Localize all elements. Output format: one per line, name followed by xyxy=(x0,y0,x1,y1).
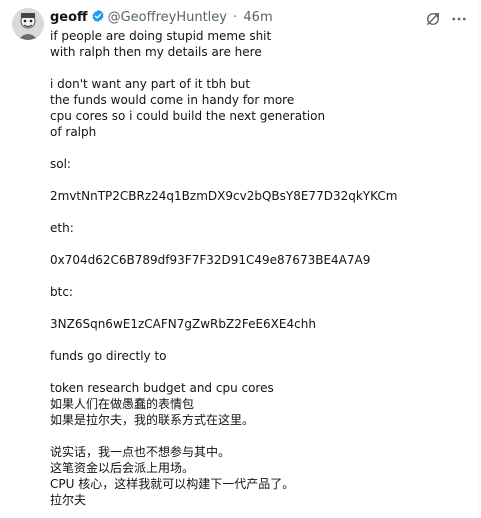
tweet-line xyxy=(50,140,470,156)
tweet-line: the funds would come in handy for more xyxy=(50,93,295,107)
tweet-line xyxy=(50,236,470,252)
avatar[interactable] xyxy=(12,8,44,40)
tweet-line: cpu cores so i could build the next gene… xyxy=(50,109,326,123)
sol-address: 2mvtNnTP2CBRz24q1BzmDX9cv2bQBsY8E77D32qk… xyxy=(50,189,398,203)
tweet-line: btc: xyxy=(50,285,73,299)
tweet-line-zh: 如果是拉尔夫，我的联系方式在这里。 xyxy=(50,413,255,427)
tweet-text: if people are doing stupid meme shit wit… xyxy=(50,28,470,508)
tweet-line xyxy=(50,172,470,188)
tweet-line-zh xyxy=(50,428,470,444)
btc-address: 3NZ6Sqn6wE1zCAFN7gZwRbZ2FeE6XE4chh xyxy=(50,317,316,331)
tweet-line xyxy=(50,300,470,316)
tweet-line xyxy=(50,204,470,220)
tweet-line-zh: CPU 核心，这样我就可以构建下一代产品了。 xyxy=(50,477,295,491)
author-name[interactable]: geoff xyxy=(50,10,88,25)
separator-dot: · xyxy=(233,10,238,25)
tweet-line: with ralph then my details are here xyxy=(50,45,262,59)
tweet-line: if people are doing stupid meme shit xyxy=(50,29,272,43)
tweet-timestamp[interactable]: 46m xyxy=(243,10,272,25)
verified-badge-icon xyxy=(92,9,104,23)
tweet-line: eth: xyxy=(50,221,74,235)
more-icon[interactable] xyxy=(450,10,468,28)
avatar-image xyxy=(12,8,44,40)
tweet-line xyxy=(50,268,470,284)
tweet-line: of ralph xyxy=(50,125,97,139)
tweet-line-zh: 拉尔夫 xyxy=(50,493,87,507)
tweet-line-zh: 说实话，我一点也不想参与其中。 xyxy=(50,445,231,459)
tweet-line: sol: xyxy=(50,157,71,171)
tweet-line: token research budget and cpu cores xyxy=(50,381,274,395)
tweet-line-zh: 如果人们在做愚蠢的表情包 xyxy=(50,397,195,411)
author-handle[interactable]: @GeoffreyHuntley xyxy=(108,10,227,25)
eth-address: 0x704d62C6B789df93F7F32D91C49e87673BE4A7… xyxy=(50,253,371,267)
tweet-line: i don't want any part of it tbh but xyxy=(50,77,251,91)
tweet-line-zh: 这笔资金以后会派上用场。 xyxy=(50,461,195,475)
tweet-line: funds go directly to xyxy=(50,349,167,363)
tweet-header: geoff @GeoffreyHuntley · 46m xyxy=(50,8,460,28)
tweet-line xyxy=(50,332,470,348)
divider xyxy=(478,0,479,518)
tweet-card[interactable]: geoff @GeoffreyHuntley · 46m if people ar… xyxy=(0,0,481,518)
grok-icon[interactable] xyxy=(424,10,442,28)
tweet-line xyxy=(50,364,470,380)
tweet-line xyxy=(50,60,470,76)
